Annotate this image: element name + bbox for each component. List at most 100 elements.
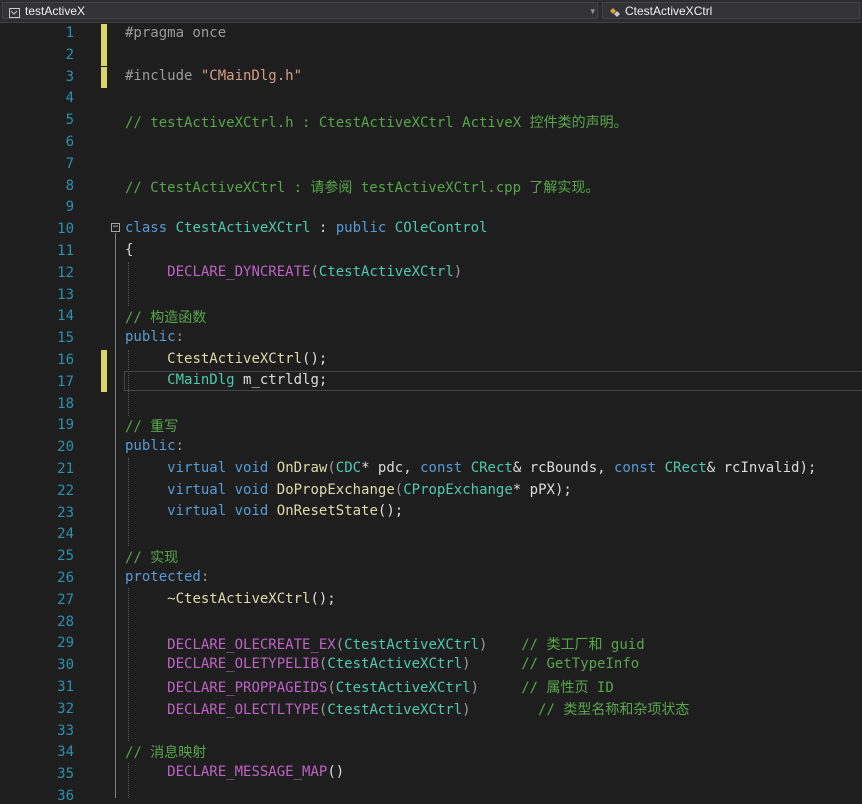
keyword: void [234,503,269,519]
macro-arg: CtestActiveXCtrl [318,264,454,280]
change-marker [101,350,107,392]
editor-margin [0,23,27,798]
access-specifier: public [125,329,176,345]
comment: // 属性页 ID [521,680,614,696]
keyword: const [614,460,657,476]
outline-fold-line [115,233,116,798]
line-number: 7 [65,155,74,172]
macro-arg: CtestActiveXCtrl [335,680,471,696]
line-number: 20 [57,439,74,456]
param-type: CRect [664,460,707,476]
line-number: 16 [57,352,74,368]
punctuation: (); [310,591,336,607]
comment: // 消息映射 [125,745,207,761]
line-number: 9 [65,199,74,216]
line-number: 29 [57,635,74,652]
code-line-19[interactable]: // 重写 [125,416,178,436]
code-line-20[interactable]: public: [125,438,184,454]
comment: // 类工厂和 guid [521,637,645,653]
line-number: 31 [57,679,74,695]
code-line-12[interactable]: DECLARE_DYNCREATE(CtestActiveXCtrl) [125,264,462,280]
change-marker [101,24,107,66]
comment: // 重写 [125,419,179,435]
line-number: 24 [57,526,74,543]
collapse-toggle-icon[interactable]: − [111,223,120,232]
line-number: 19 [57,417,74,434]
punctuation: : [175,438,185,454]
code-line-27[interactable]: ~CtestActiveXCtrl(); [125,591,336,607]
code-line-14[interactable]: // 构造函数 [125,307,206,327]
macro: DECLARE_OLECTLTYPE [167,702,319,718]
line-number: 23 [57,504,74,521]
punctuation: () [327,764,345,780]
keyword: virtual [167,503,227,519]
code-line-21[interactable]: virtual void OnDraw(CDC* pdc, const CRec… [125,460,816,476]
navigation-bar: testActiveX ▾ CtestActiveXCtrl [0,0,862,23]
punctuation: (); [302,351,328,367]
line-number: 32 [57,700,74,717]
line-number: 10 [57,221,74,238]
code-line-11[interactable]: { [125,242,133,258]
param: * pPX); [512,482,572,498]
code-line-15[interactable]: public: [125,329,184,345]
line-number: 14 [57,308,74,325]
project-scope-dropdown[interactable]: testActiveX ▾ [2,2,598,19]
line-number: 4 [65,90,74,107]
base-class-name: COleControl [394,220,488,236]
macro: DECLARE_OLECREATE_EX [167,637,336,653]
comment: // 类型名称和杂项状态 [538,702,690,718]
macro: DECLARE_DYNCREATE [167,264,311,280]
code-line-25[interactable]: // 实现 [125,547,178,567]
code-line-5[interactable]: // testActiveXCtrl.h : CtestActiveXCtrl … [125,112,628,132]
line-number: 2 [65,46,74,63]
code-line-10[interactable]: class CtestActiveXCtrl : public COleCont… [125,220,487,236]
line-number: 6 [65,134,74,150]
code-line-16[interactable]: CtestActiveXCtrl(); [125,351,327,367]
code-line-22[interactable]: virtual void DoPropExchange(CPropExchang… [125,482,572,498]
param: & rcInvalid); [706,460,817,476]
keyword: class [125,220,168,236]
comment: // CtestActiveXCtrl : 请参阅 testActiveXCtr… [125,180,600,196]
macro-arg: CtestActiveXCtrl [344,637,480,653]
code-line-30[interactable]: DECLARE_OLETYPELIB(CtestActiveXCtrl) // … [125,656,639,672]
keyword: void [234,460,269,476]
access-specifier: protected [125,569,201,585]
keyword: void [234,482,269,498]
code-line-32[interactable]: DECLARE_OLECTLTYPE(CtestActiveXCtrl) // … [125,699,689,719]
access-specifier: public [125,438,176,454]
macro-arg: CtestActiveXCtrl [327,656,463,672]
code-line-29[interactable]: DECLARE_OLECREATE_EX(CtestActiveXCtrl) /… [125,634,645,654]
chevron-down-icon[interactable]: ▾ [590,3,595,20]
line-number: 12 [57,264,74,281]
code-line-17[interactable]: CMainDlg m_ctrldlg; [125,372,327,388]
keyword: public [335,220,387,236]
param-type: CDC [335,460,362,476]
class-scope-dropdown[interactable]: CtestActiveXCtrl [602,2,860,19]
project-scope-label: testActiveX [25,4,86,18]
param: & rcBounds, [512,460,614,476]
code-line-34[interactable]: // 消息映射 [125,742,206,762]
line-number: 36 [57,788,74,804]
code-line-31[interactable]: DECLARE_PROPPAGEIDS(CtestActiveXCtrl) //… [125,677,614,697]
code-line-1[interactable]: #pragma once [125,25,226,41]
line-number: 30 [57,657,74,674]
punctuation: : [310,220,336,236]
line-number: 3 [65,68,74,85]
line-number: 21 [57,461,74,477]
code-line-23[interactable]: virtual void OnResetState(); [125,503,403,519]
macro-arg: CtestActiveXCtrl [327,702,463,718]
line-number: 15 [57,330,74,347]
line-number: 26 [57,570,74,586]
pragma-directive: #pragma once [125,25,227,41]
line-number: 13 [57,286,74,303]
line-number: 18 [57,395,74,412]
line-number: 8 [65,177,74,194]
member-type: CMainDlg [167,372,235,388]
comment: // testActiveXCtrl.h : CtestActiveXCtrl … [125,115,628,131]
brace: { [125,242,134,258]
code-line-35[interactable]: DECLARE_MESSAGE_MAP() [125,764,344,780]
code-line-26[interactable]: protected: [125,569,209,585]
code-line-3[interactable]: #include "CMainDlg.h" [125,68,302,84]
method-name: OnResetState [276,503,378,519]
code-line-8[interactable]: // CtestActiveXCtrl : 请参阅 testActiveXCtr… [125,177,599,197]
